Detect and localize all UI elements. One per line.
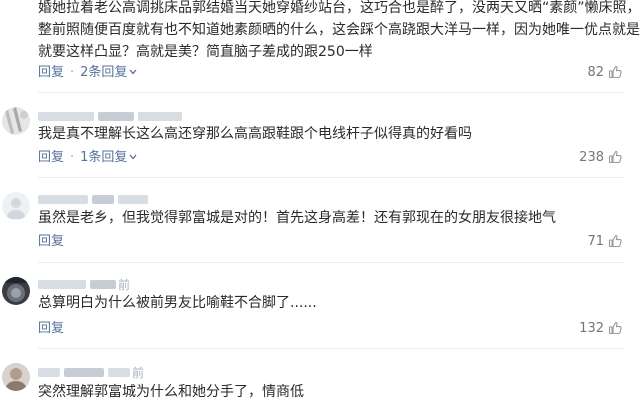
comment-item: 前 突然理解郭富城为什么和她分手了，情商低 — [0, 349, 640, 406]
avatar-image — [2, 363, 30, 391]
avatar[interactable] — [2, 277, 30, 305]
like-button[interactable]: 71 — [587, 233, 622, 251]
separator: · — [70, 150, 75, 165]
chevron-down-icon — [129, 154, 137, 160]
comment-text: 总算明白为什么被前男友比喻鞋不合脚了...... — [38, 295, 317, 311]
comment-item: 婚她拉着老公高调挑床品郭结婚当天她穿婚纱站台，这巧合也是醉了，没两天又晒“素颜”… — [0, 0, 640, 90]
comment-actions: 回复 · 1条回复 — [38, 149, 137, 167]
reply-button[interactable]: 回复 — [38, 234, 64, 249]
comment-text: 整前照随便百度就有也不知道她素颜晒的什么，这会踩个高跷跟大洋马一样，因为她唯一优… — [38, 22, 640, 38]
chevron-down-icon — [129, 69, 137, 75]
avatar[interactable] — [2, 107, 30, 135]
like-count: 82 — [587, 65, 604, 80]
avatar[interactable] — [2, 363, 30, 391]
like-button[interactable]: 82 — [587, 64, 622, 82]
comment-actions: 回复 — [38, 320, 64, 338]
comment-text: 虽然是老乡，但我觉得郭富城是对的！首先这身高差！还有郭现在的女朋友很接地气 — [38, 210, 556, 226]
comment-item: 我是真不理解长这么高还穿那么高高跟鞋跟个电线杆子似得真的好看吗 回复 · 1条回复 … — [0, 93, 640, 173]
thumbs-up-icon — [608, 321, 622, 335]
view-replies-button[interactable]: 1条回复 — [80, 150, 137, 165]
username[interactable] — [38, 106, 182, 125]
comment-text: 突然理解郭富城为什么和她分手了，情商低 — [38, 384, 304, 400]
username[interactable]: 前 — [38, 274, 130, 293]
like-count: 132 — [579, 321, 604, 336]
avatar-image — [2, 192, 30, 220]
comment-actions: 回复 · 2条回复 — [38, 64, 137, 82]
like-button[interactable]: 132 — [579, 320, 622, 338]
thumbs-up-icon — [608, 65, 622, 79]
comment-text: 我是真不理解长这么高还穿那么高高跟鞋跟个电线杆子似得真的好看吗 — [38, 126, 472, 142]
thumbs-up-icon — [608, 234, 622, 248]
comment-actions: 回复 — [38, 233, 64, 251]
comment-text: 婚她拉着老公高调挑床品郭结婚当天她穿婚纱站台，这巧合也是醉了，没两天又晒“素颜”… — [38, 0, 640, 16]
username[interactable] — [38, 189, 148, 208]
avatar-image — [2, 277, 30, 305]
timestamp: 前 — [132, 366, 145, 380]
comment-item: 虽然是老乡，但我觉得郭富城是对的！首先这身高差！还有郭现在的女朋友很接地气 回复… — [0, 178, 640, 258]
reply-button[interactable]: 回复 — [38, 321, 64, 336]
reply-button[interactable]: 回复 — [38, 150, 64, 165]
replies-count: 2条回复 — [80, 65, 128, 80]
comment-item: 前 总算明白为什么被前男友比喻鞋不合脚了...... 回复 132 — [0, 263, 640, 343]
view-replies-button[interactable]: 2条回复 — [80, 65, 137, 80]
separator: · — [70, 65, 75, 80]
like-count: 238 — [579, 150, 604, 165]
reply-button[interactable]: 回复 — [38, 65, 64, 80]
avatar[interactable] — [2, 192, 30, 220]
like-count: 71 — [587, 234, 604, 249]
like-button[interactable]: 238 — [579, 149, 622, 167]
replies-count: 1条回复 — [80, 150, 128, 165]
username[interactable]: 前 — [38, 362, 144, 381]
thumbs-up-icon — [608, 150, 622, 164]
avatar-image — [2, 107, 30, 135]
timestamp: 前 — [118, 278, 131, 292]
comment-text: 就要这样凸显？高就是美？简直脑子差成的跟250一样 — [38, 44, 373, 60]
